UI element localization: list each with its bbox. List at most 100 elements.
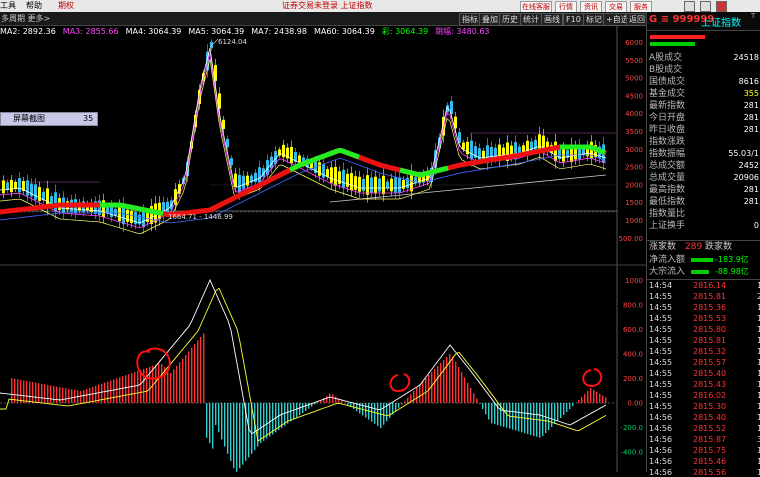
macd-bar bbox=[62, 388, 63, 403]
candle-body bbox=[210, 42, 213, 48]
macd-bar bbox=[572, 403, 573, 406]
candle-body bbox=[238, 175, 241, 193]
macd-bar bbox=[212, 403, 213, 449]
macd-bar bbox=[599, 394, 600, 403]
tick-time: 14:55 bbox=[649, 325, 672, 334]
macd-bar bbox=[557, 403, 558, 421]
macd-bar bbox=[371, 403, 372, 422]
macd-bar bbox=[401, 403, 402, 404]
macd-bar bbox=[590, 388, 591, 403]
macd-bar bbox=[494, 403, 495, 424]
tick-time: 14:55 bbox=[649, 303, 672, 312]
macd-bar bbox=[296, 403, 297, 417]
macd-bar bbox=[335, 397, 336, 404]
macd-bar bbox=[230, 403, 231, 461]
macd-bar bbox=[188, 351, 189, 403]
macd-bar bbox=[203, 333, 204, 403]
macd-bar bbox=[434, 369, 435, 403]
close-icon[interactable] bbox=[716, 1, 727, 12]
macd-bar bbox=[239, 403, 240, 468]
macd-bar bbox=[452, 357, 453, 404]
buy-bar bbox=[650, 35, 705, 39]
block-value: -88.98亿 bbox=[715, 266, 749, 278]
tick-time: 14:56 bbox=[649, 457, 672, 466]
menu-help[interactable]: 帮助 bbox=[26, 0, 42, 12]
macd-bar bbox=[299, 403, 300, 415]
macd-bar bbox=[89, 388, 90, 403]
macd-bar bbox=[20, 380, 21, 403]
tick-time: 14:56 bbox=[649, 446, 672, 455]
tick-time: 14:55 bbox=[649, 391, 672, 400]
tick-price: 2815.57 bbox=[693, 358, 726, 367]
macd-bar bbox=[542, 403, 543, 436]
menu-tools[interactable]: 工具 bbox=[0, 0, 16, 12]
macd-axis-label: 1000 bbox=[625, 277, 643, 285]
macd-bar bbox=[206, 403, 207, 438]
tick-price: 2815.36 bbox=[693, 303, 726, 312]
macd-bar bbox=[560, 403, 561, 418]
candle-body bbox=[242, 176, 245, 189]
maximize-icon[interactable] bbox=[700, 1, 711, 12]
macd-bar bbox=[377, 403, 378, 426]
stat-label: 指数涨跌 bbox=[649, 136, 685, 148]
low-annotation: 1664.71 - 1446.99 bbox=[168, 213, 233, 221]
kline-chart[interactable]: 6124.04 1664.71 - 1446.99 60005500500045… bbox=[0, 25, 646, 472]
index-name-sup: T bbox=[751, 12, 755, 20]
tick-price: 2815.43 bbox=[693, 380, 726, 389]
price-axis: 6000550050004500400035003000250020001500… bbox=[619, 39, 644, 243]
macd-axis: 1000800.0600.0400.0200.00.00-200.0-400.0 bbox=[620, 277, 643, 457]
macd-bar bbox=[269, 403, 270, 437]
tick-time: 14:55 bbox=[649, 402, 672, 411]
candle-body bbox=[394, 177, 397, 192]
hand-circle-1 bbox=[137, 349, 170, 379]
stat-label: 指数量比 bbox=[649, 208, 685, 220]
macd-bar bbox=[383, 403, 384, 425]
candle-body bbox=[226, 139, 229, 147]
stat-label: 总成交量 bbox=[649, 172, 685, 184]
candle-body bbox=[338, 171, 341, 183]
macd-bar bbox=[467, 383, 468, 403]
candle-body bbox=[18, 178, 21, 192]
macd-bar bbox=[407, 398, 408, 403]
price-axis-label: 4500 bbox=[625, 92, 643, 100]
macd-bar bbox=[584, 394, 585, 403]
macd-bar bbox=[38, 383, 39, 403]
macd-bar bbox=[347, 403, 348, 405]
candle-body bbox=[38, 187, 41, 201]
stat-value: 281 bbox=[744, 112, 759, 124]
minimize-icon[interactable] bbox=[684, 1, 695, 12]
macd-bar bbox=[110, 381, 111, 404]
macd-bar bbox=[50, 385, 51, 403]
macd-bar bbox=[491, 403, 492, 423]
candle-body bbox=[554, 142, 557, 161]
macd-bar bbox=[170, 373, 171, 403]
candle-body bbox=[130, 211, 133, 223]
menu-options[interactable]: 期权 bbox=[58, 0, 74, 12]
candle-body bbox=[470, 141, 473, 160]
macd-bar bbox=[167, 370, 168, 403]
macd-bar bbox=[272, 403, 273, 434]
tick-price: 2815.87 bbox=[693, 435, 726, 444]
macd-bar bbox=[332, 394, 333, 403]
macd-bar bbox=[137, 371, 138, 403]
macd-bar bbox=[374, 403, 375, 424]
tick-price: 2815.80 bbox=[693, 325, 726, 334]
buy-sell-bars bbox=[647, 32, 760, 48]
macd-axis-label: 0.00 bbox=[627, 400, 643, 408]
macd-bar bbox=[587, 391, 588, 403]
stat-value: 20906 bbox=[734, 172, 759, 184]
login-notice[interactable]: 证券交易未登录 上证指数 bbox=[282, 0, 373, 12]
macd-bar bbox=[314, 403, 315, 404]
macd-bar bbox=[71, 389, 72, 403]
hand-circle-2 bbox=[391, 374, 410, 391]
tick-time: 14:55 bbox=[649, 358, 672, 367]
macd-bar bbox=[476, 399, 477, 404]
candle-body bbox=[366, 175, 369, 195]
macd-bar bbox=[80, 391, 81, 403]
macd-bar bbox=[29, 382, 30, 403]
candle-body bbox=[398, 177, 401, 192]
macd-bar bbox=[581, 397, 582, 403]
period-selector[interactable]: 多周期 更多> bbox=[1, 13, 50, 24]
sell-bar bbox=[650, 42, 695, 46]
candle-body bbox=[34, 184, 37, 199]
